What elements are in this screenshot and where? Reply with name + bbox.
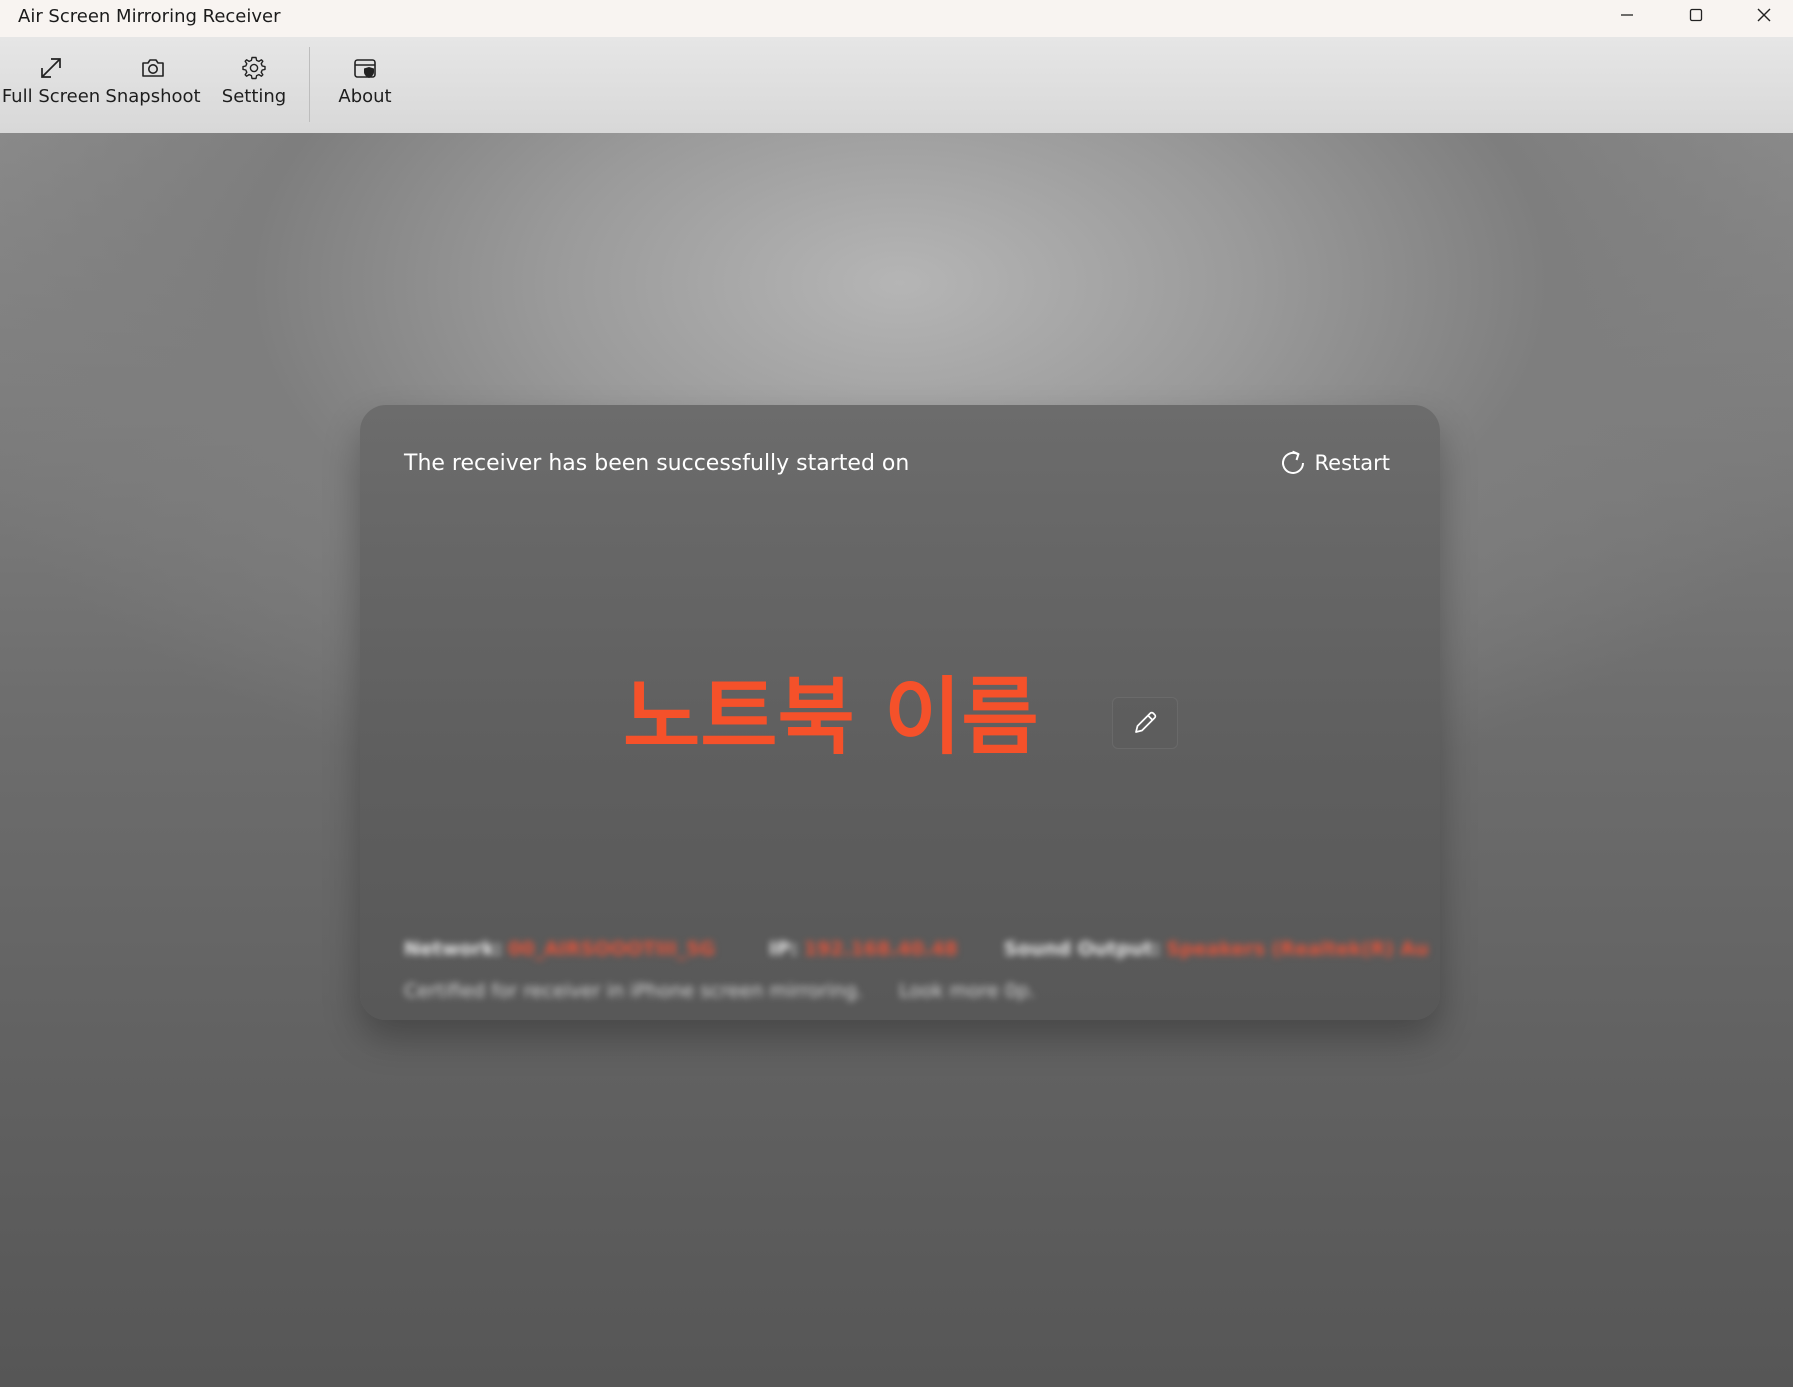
toolbar: Full Screen Snapshoot Setting About — [0, 37, 1793, 133]
pencil-icon — [1135, 711, 1157, 733]
maximize-icon — [1689, 8, 1703, 22]
about-button[interactable]: About — [334, 55, 396, 125]
certification-text: Certified for receiver in iPhone screen … — [404, 980, 863, 1002]
restart-button[interactable]: Restart — [1277, 447, 1390, 479]
look-more-link[interactable]: Look more 0p. — [899, 980, 1035, 1002]
refresh-icon — [1281, 450, 1304, 474]
close-button[interactable] — [1730, 0, 1793, 30]
toolbar-separator — [309, 47, 310, 122]
ip-label: IP: — [769, 938, 798, 960]
window-title: Air Screen Mirroring Receiver — [18, 6, 281, 27]
receiver-status-card: The receiver has been successfully start… — [360, 405, 1440, 1020]
full-screen-label: Full Screen — [1, 86, 101, 107]
certification-info-row: Certified for receiver in iPhone screen … — [404, 980, 1035, 1002]
gear-icon — [241, 55, 267, 81]
main-content: The receiver has been successfully start… — [0, 133, 1793, 1387]
network-value: 00_AIRSOOOTIII_5G — [508, 938, 716, 960]
sound-output-label: Sound Output: — [1003, 938, 1161, 960]
ip-value: 192.168.40.48 — [803, 938, 958, 960]
network-label: Network: — [404, 938, 503, 960]
snapshot-label: Snapshoot — [105, 86, 201, 107]
about-label: About — [338, 86, 392, 107]
camera-icon — [140, 55, 166, 81]
full-screen-button[interactable]: Full Screen — [2, 55, 100, 125]
app-window: Air Screen Mirroring Receiver Full Scree… — [0, 0, 1793, 1387]
sound-output-value: Speakers (Realtek(R) Au — [1166, 938, 1429, 960]
expand-arrows-icon — [38, 55, 64, 81]
setting-label: Setting — [221, 86, 287, 107]
device-name-row: 노트북 이름 — [360, 667, 1440, 767]
maximize-button[interactable] — [1662, 0, 1730, 30]
setting-button[interactable]: Setting — [218, 55, 290, 125]
restart-label: Restart — [1314, 451, 1390, 475]
wallet-shield-icon — [352, 55, 378, 81]
edit-name-button[interactable] — [1112, 697, 1178, 749]
connection-info-row: Network: 00_AIRSOOOTIII_5G IP: 192.168.4… — [404, 938, 1429, 960]
minimize-button[interactable] — [1593, 0, 1661, 30]
minimize-icon — [1621, 14, 1633, 16]
title-bar: Air Screen Mirroring Receiver — [0, 0, 1793, 37]
device-name: 노트북 이름 — [623, 668, 1039, 766]
snapshot-button[interactable]: Snapshoot — [105, 55, 201, 125]
status-message: The receiver has been successfully start… — [404, 451, 910, 476]
close-icon — [1757, 8, 1771, 22]
